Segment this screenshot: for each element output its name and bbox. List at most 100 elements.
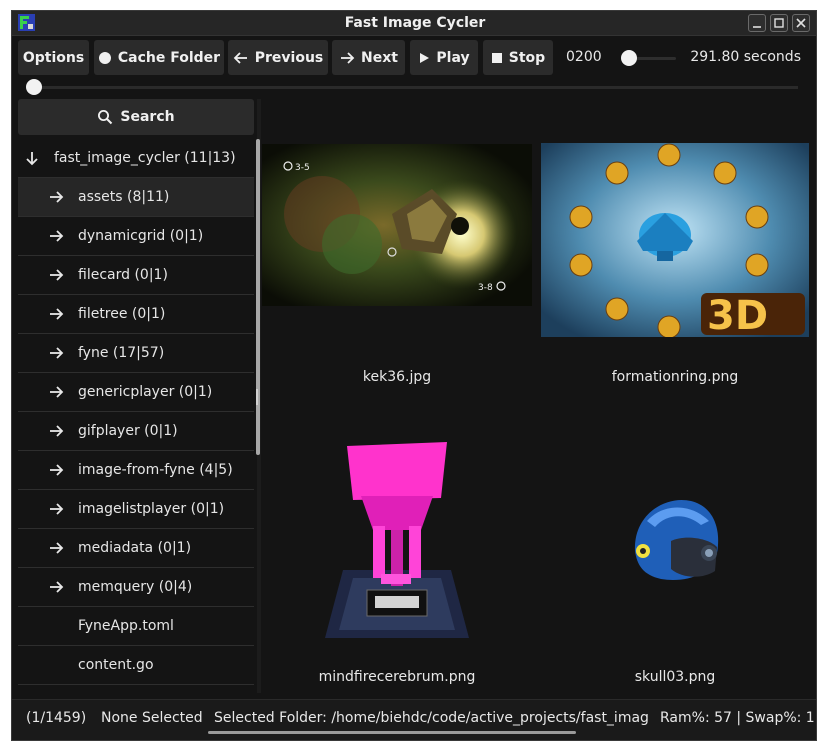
tree-item-label: filecard (0|1)	[78, 267, 168, 283]
space-scene-image: 3-5 3-8	[262, 144, 532, 306]
interval-slider-thumb[interactable]	[621, 50, 637, 66]
arrow-right-icon	[50, 464, 64, 476]
tree-item-label: mediadata (0|1)	[78, 540, 192, 556]
image-progress-track[interactable]	[30, 86, 798, 89]
search-button[interactable]: Search	[18, 99, 254, 135]
image-caption: formationring.png	[611, 369, 739, 385]
arrow-left-icon	[233, 51, 247, 64]
close-icon	[796, 18, 806, 28]
arrow-right-icon	[50, 269, 64, 281]
arrow-right-icon	[50, 308, 64, 320]
tree-item[interactable]: memquery (0|4)	[18, 568, 254, 607]
image-position: (1/1459)	[26, 710, 87, 726]
tree-item[interactable]: imagelistplayer (0|1)	[18, 490, 254, 529]
minimize-button[interactable]	[748, 14, 766, 32]
arrow-right-icon	[50, 542, 64, 554]
image-progress-thumb[interactable]	[26, 79, 42, 95]
image-thumbnail-kek36[interactable]: 3-5 3-8	[262, 134, 532, 316]
interval-value: 0200	[566, 49, 602, 65]
close-button[interactable]	[792, 14, 810, 32]
tree-item[interactable]: fast_image_cycler (11|13)	[18, 139, 254, 178]
stop-icon	[491, 52, 502, 63]
stop-button[interactable]: Stop	[483, 40, 553, 75]
selection-status: None Selected	[101, 710, 203, 726]
arrow-right-icon	[50, 230, 64, 242]
tree-item-label: dynamicgrid (0|1)	[78, 228, 204, 244]
tree-item[interactable]: filecard (0|1)	[18, 256, 254, 295]
cache-folder-button[interactable]: Cache Folder	[94, 40, 224, 75]
tree-item-label: content.go	[78, 657, 154, 673]
tree-item-label: image-from-fyne (4|5)	[78, 462, 233, 478]
tree-item-label: filetree (0|1)	[78, 306, 166, 322]
window-title: Fast Image Cycler	[344, 15, 486, 31]
play-button[interactable]: Play	[410, 40, 478, 75]
arrow-right-icon	[50, 386, 64, 398]
image-thumbnail-formationring[interactable]: 3D	[540, 143, 810, 337]
image-caption: kek36.jpg	[362, 369, 432, 385]
app-window: Fast Image Cycler Options Cache Folder P…	[11, 10, 817, 741]
title-bar[interactable]: Fast Image Cycler	[12, 11, 816, 36]
play-label: Play	[436, 49, 470, 66]
image-caption: skull03.png	[634, 669, 716, 685]
image-thumbnail-skull03[interactable]	[540, 489, 810, 589]
arrow-right-icon	[50, 425, 64, 437]
svg-text:3-5: 3-5	[295, 163, 310, 173]
arrow-right-icon	[50, 191, 64, 203]
minimize-icon	[753, 26, 761, 28]
formation-ring-image: 3D	[541, 143, 809, 337]
tree-item-label: fyne (17|57)	[78, 345, 165, 361]
memory-usage: Ram%: 57 | Swap%: 1	[660, 710, 814, 726]
folder-tree-panel: Search fast_image_cycler (11|13) assets (…	[18, 99, 262, 693]
tree-item[interactable]: content.go	[18, 646, 254, 685]
folder-tree: fast_image_cycler (11|13) assets (8|11) dy…	[18, 139, 254, 685]
options-label: Options	[22, 49, 85, 66]
next-button[interactable]: Next	[332, 40, 405, 75]
image-thumbnail-mindfirecerebrum[interactable]	[262, 434, 532, 644]
stop-label: Stop	[508, 49, 546, 66]
panel-splitter-handle[interactable]	[256, 389, 258, 405]
search-icon	[98, 110, 113, 125]
status-scrollbar[interactable]	[208, 731, 576, 734]
cache-folder-label: Cache Folder	[117, 49, 221, 66]
image-caption: mindfirecerebrum.png	[318, 669, 476, 685]
tree-item[interactable]: image-from-fyne (4|5)	[18, 451, 254, 490]
tree-item[interactable]: fyne (17|57)	[18, 334, 254, 373]
image-card[interactable]: 3-5 3-8 kek36.jpg	[262, 134, 532, 426]
tree-item-label: FyneApp.toml	[78, 618, 174, 634]
image-card[interactable]: mindfirecerebrum.png	[262, 429, 532, 721]
arrow-right-icon	[341, 51, 355, 64]
tree-item[interactable]: genericplayer (0|1)	[18, 373, 254, 412]
elapsed-time: 291.80 seconds	[690, 49, 801, 65]
tree-item[interactable]: gifplayer (0|1)	[18, 412, 254, 451]
image-card[interactable]: 3D formationring.png	[540, 134, 810, 426]
maximize-icon	[774, 18, 784, 28]
arrow-right-icon	[50, 503, 64, 515]
selected-folder-path: Selected Folder: /home/biehdc/code/activ…	[214, 710, 648, 726]
record-dot-icon	[98, 51, 111, 64]
tree-item[interactable]: FyneApp.toml	[18, 607, 254, 646]
options-button[interactable]: Options	[18, 40, 89, 75]
previous-button[interactable]: Previous	[228, 40, 328, 75]
previous-label: Previous	[254, 49, 324, 66]
status-bar: (1/1459) None Selected Selected Folder: …	[12, 699, 816, 740]
tree-item-label: imagelistplayer (0|1)	[78, 501, 225, 517]
arrow-right-icon	[50, 581, 64, 593]
play-icon	[420, 52, 430, 63]
next-label: Next	[361, 49, 398, 66]
tree-item[interactable]: assets (8|11)	[18, 178, 254, 217]
maximize-button[interactable]	[770, 14, 788, 32]
tree-item-label: assets (8|11)	[78, 189, 170, 205]
blue-helmet-image	[634, 499, 719, 580]
sidebar-scrollbar-thumb[interactable]	[256, 139, 260, 455]
tree-item[interactable]: filetree (0|1)	[18, 295, 254, 334]
arrow-down-icon	[26, 152, 38, 166]
tree-item[interactable]: mediadata (0|1)	[18, 529, 254, 568]
search-label: Search	[120, 109, 175, 125]
image-grid: 3-5 3-8 kek36.jpg 3D formationring.png m…	[262, 99, 812, 693]
svg-text:3D: 3D	[707, 293, 768, 337]
pink-brain-machine-image	[325, 442, 469, 638]
tree-item[interactable]: dynamicgrid (0|1)	[18, 217, 254, 256]
tree-item-label: gifplayer (0|1)	[78, 423, 178, 439]
tree-item-label: memquery (0|4)	[78, 579, 193, 595]
image-card[interactable]: skull03.png	[540, 429, 810, 721]
